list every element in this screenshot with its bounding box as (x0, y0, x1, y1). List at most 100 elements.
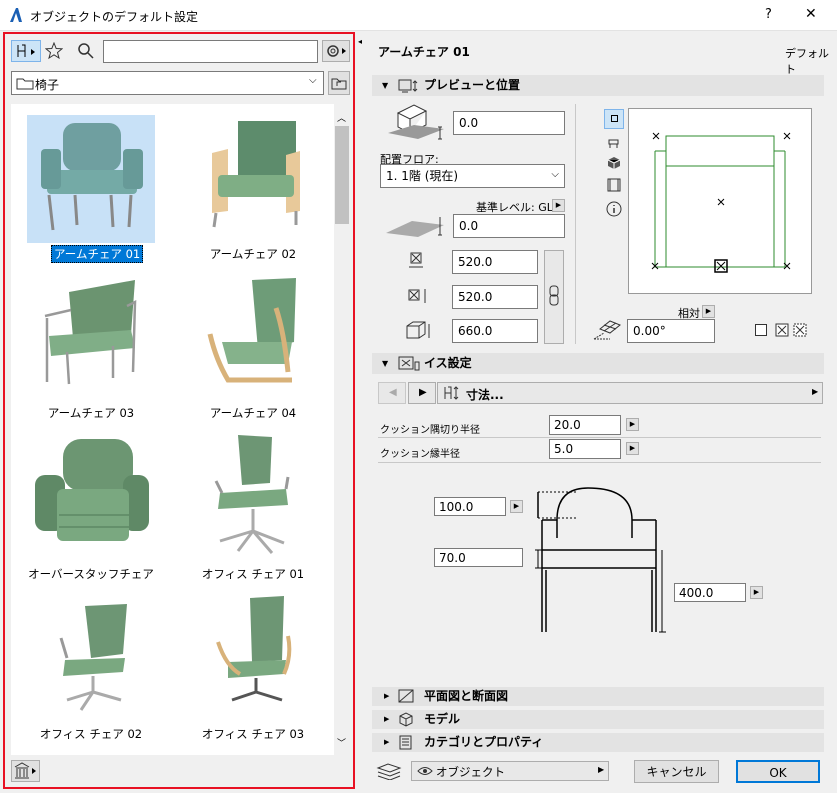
filmstrip-icon[interactable] (606, 177, 622, 193)
section-title: モデル (424, 712, 461, 726)
page-selector[interactable]: 寸法... ▶ (437, 382, 823, 404)
divider (378, 462, 821, 463)
nav-next-button[interactable]: ▶ (408, 382, 436, 404)
scroll-down-icon[interactable]: ﹀ (337, 736, 346, 749)
overstuffed-chair-thumbnail[interactable] (27, 433, 155, 561)
scrollbar[interactable]: ︿ ﹀ (334, 104, 350, 755)
folder-icon (16, 78, 34, 90)
floor-select[interactable]: 1. 1階 (現在) ⌵ (380, 164, 565, 188)
grid-item-label: オフィス チェア 03 (201, 727, 305, 741)
plan-preview-drawing (651, 132, 791, 273)
scroll-up-icon[interactable]: ︿ (337, 111, 346, 124)
window-title: オブジェクトのデフォルト設定 (30, 10, 199, 24)
help-button[interactable]: ? (765, 7, 772, 22)
section-plan-header[interactable]: ▶ 平面図と断面図 (372, 687, 824, 706)
layer-icon (376, 763, 402, 780)
chair-icon (17, 44, 35, 57)
collapsed-triangle-icon: ▶ (384, 738, 390, 746)
library-mode-button[interactable] (11, 40, 41, 62)
ref-level-field[interactable]: 0.0 (453, 214, 565, 238)
cushion-corner-arrow-button[interactable]: ▶ (626, 418, 639, 431)
ok-button[interactable]: OK (736, 760, 820, 783)
elevation-field[interactable]: 0.0 (453, 111, 565, 135)
eye-icon (417, 767, 433, 775)
ref-level-arrow-button[interactable]: ▶ (552, 199, 565, 212)
height-icon (406, 321, 430, 339)
link-dimensions-button[interactable] (544, 250, 564, 344)
plan-view-button[interactable] (604, 109, 624, 129)
info-icon[interactable] (605, 200, 623, 218)
ref-level-icon (386, 217, 444, 237)
cushion-edge-field[interactable]: 5.0 (549, 439, 621, 459)
section-title: 平面図と断面図 (424, 689, 509, 703)
scroll-thumb[interactable] (335, 126, 349, 224)
chevron-down-icon: ⌵ (309, 75, 317, 86)
grid-item-label: アームチェア 01 (51, 245, 144, 263)
close-button[interactable]: ✕ (805, 6, 817, 22)
mirror-none-checkbox[interactable] (755, 324, 767, 336)
grid-item-label: アームチェア 03 (47, 406, 135, 420)
library-manager-button[interactable] (11, 760, 40, 782)
settings-button[interactable] (322, 40, 350, 62)
folder-up-button[interactable] (328, 71, 350, 95)
back-height-arrow-button[interactable]: ▶ (510, 500, 523, 513)
section-chair-header[interactable]: ▼ イス設定 (372, 353, 824, 374)
office-chair-01-thumbnail[interactable] (188, 433, 316, 561)
collapsed-triangle-icon: ▶ (384, 715, 390, 723)
page-selector-label: 寸法... (466, 388, 504, 402)
grid-item-label: アームチェア 02 (209, 247, 297, 261)
3d-view-icon[interactable] (606, 155, 622, 171)
seat-thickness-field[interactable]: 70.0 (434, 548, 523, 567)
preview-position-icon (398, 79, 418, 93)
grid-item-label: オフィス チェア 01 (201, 567, 305, 581)
folder-up-icon (331, 78, 347, 90)
folder-select[interactable]: 椅子 ⌵ (11, 71, 324, 95)
prev-arrow-icon: ◀ (389, 387, 397, 398)
armchair-02-thumbnail[interactable] (188, 115, 316, 243)
cancel-button[interactable]: キャンセル (634, 760, 719, 783)
angle-field[interactable]: 0.00° (627, 319, 715, 343)
width-field[interactable]: 520.0 (452, 250, 538, 274)
seat-height-arrow-button[interactable]: ▶ (750, 586, 763, 599)
depth-field[interactable]: 520.0 (452, 285, 538, 309)
relative-arrow-button[interactable]: ▶ (702, 305, 715, 318)
armchair-01-thumbnail[interactable] (27, 115, 155, 243)
office-chair-03-thumbnail[interactable] (188, 596, 316, 724)
section-title: プレビューと位置 (424, 78, 521, 92)
model-cube-icon (399, 712, 413, 727)
panel-collapse-icon[interactable]: ◂ (358, 37, 362, 46)
section-model-header[interactable]: ▶ モデル (372, 710, 824, 729)
submenu-arrow-icon: ▶ (812, 387, 819, 396)
chain-link-icon (549, 285, 559, 306)
layer-select[interactable]: オブジェクト ▶ (411, 761, 609, 781)
title-bar: オブジェクトのデフォルト設定 ? ✕ (0, 0, 837, 31)
cushion-corner-field[interactable]: 20.0 (549, 415, 621, 435)
rotation-angle-icon (593, 320, 621, 340)
section-category-header[interactable]: ▶ カテゴリとプロパティ (372, 733, 824, 752)
cushion-edge-arrow-button[interactable]: ▶ (626, 442, 639, 455)
back-height-field[interactable]: 100.0 (434, 497, 506, 516)
armchair-04-thumbnail[interactable] (188, 272, 316, 400)
search-input[interactable] (103, 40, 318, 63)
gear-icon (327, 45, 346, 57)
folder-label: 椅子 (35, 78, 60, 92)
office-chair-02-thumbnail[interactable] (27, 596, 155, 724)
divider (575, 104, 576, 344)
side-view-icon[interactable] (606, 134, 622, 150)
mirror-dashed-icon[interactable] (793, 323, 807, 337)
seat-height-field[interactable]: 400.0 (674, 583, 746, 602)
favorites-star-icon[interactable] (45, 42, 63, 60)
nav-prev-button[interactable]: ◀ (378, 382, 406, 404)
grid-item-label: オフィス チェア 02 (39, 727, 143, 741)
grid-item-label: オーバースタッフチェア (28, 567, 154, 581)
layer-label: オブジェクト (436, 765, 505, 779)
elevation-icon (388, 104, 444, 140)
grid-item-label: アームチェア 04 (209, 406, 297, 420)
mirror-x-icon[interactable] (775, 323, 789, 337)
section-preview-header[interactable]: ▼ プレビューと位置 (372, 75, 824, 96)
armchair-03-thumbnail[interactable] (27, 272, 155, 400)
category-list-icon (399, 735, 412, 750)
divider (378, 437, 821, 438)
height-field[interactable]: 660.0 (452, 319, 538, 343)
expanded-triangle-icon: ▼ (382, 359, 389, 368)
